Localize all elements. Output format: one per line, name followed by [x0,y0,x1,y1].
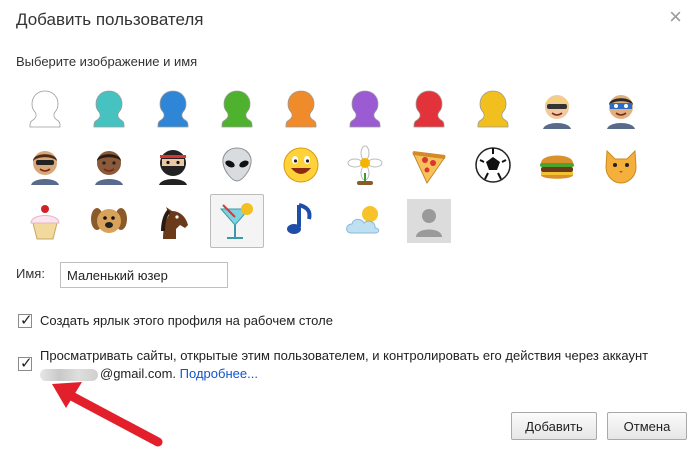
shortcut-checkbox[interactable]: ✓ [18,312,33,329]
horse-icon [161,207,188,239]
avatar-smiley[interactable] [274,138,328,192]
name-input[interactable] [60,262,228,288]
music-note-icon [287,203,312,234]
add-button[interactable]: Добавить [511,412,597,440]
head-orange-icon [285,90,317,128]
avatar-dog[interactable] [82,194,136,248]
sun-cloud-icon [346,206,380,234]
avatar-woman-sunglasses[interactable] [18,138,72,192]
head-blue-icon [157,90,189,128]
head-green-icon [221,90,253,128]
red-arrow-annotation [52,382,163,447]
woman-sunglasses-icon [31,151,59,185]
avatar-head-blue[interactable] [146,82,200,136]
flower-icon [347,145,383,185]
checkmark-icon: ✓ [20,355,33,372]
learn-more-link[interactable]: Подробнее... [180,366,258,381]
avatar-head-red[interactable] [402,82,456,136]
avatar-horse[interactable] [146,194,200,248]
ninja-icon [159,150,187,185]
businessman-icon [543,95,571,129]
cupcake-icon [30,205,60,240]
avatar-head-teal[interactable] [82,82,136,136]
alien-icon [222,147,252,182]
checkmark-icon: ✓ [20,312,33,329]
avatar-burger[interactable] [530,138,584,192]
cocktail-icon [219,203,253,239]
avatar-head-yellow[interactable] [466,82,520,136]
avatar-pizza[interactable] [402,138,456,192]
avatar-cocktail[interactable] [210,194,264,248]
shortcut-label: Создать ярлык этого профиля на рабочем с… [40,313,333,328]
avatar-head-purple[interactable] [338,82,392,136]
avatar-cupcake[interactable] [18,194,72,248]
dialog-title: Добавить пользователя [16,10,204,29]
close-icon[interactable]: × [669,6,682,28]
dog-icon [91,208,127,233]
head-red-icon [413,90,445,128]
soccer-ball-icon [475,147,511,183]
avatar-flower[interactable] [338,138,392,192]
avatar-businessman[interactable] [530,82,584,136]
avatar-head-orange[interactable] [274,82,328,136]
avatar-ninja-hero[interactable] [594,82,648,136]
avatar-subtitle: Выберите изображение и имя [16,54,198,69]
avatar-cat[interactable] [594,138,648,192]
avatar-alien[interactable] [210,138,264,192]
burger-icon [540,155,574,179]
avatar-sun-cloud[interactable] [338,194,392,248]
head-purple-icon [349,90,381,128]
ninja-hero-icon [607,95,635,129]
smiley-icon [283,147,319,183]
avatar-ninja[interactable] [146,138,200,192]
avatar-man[interactable] [82,138,136,192]
avatar-head-white[interactable] [18,82,72,136]
head-yellow-icon [477,90,509,128]
man-icon [95,151,123,185]
pizza-icon [412,151,446,185]
head-white-icon [29,90,61,128]
name-label: Имя: [16,266,45,281]
avatar-head-green[interactable] [210,82,264,136]
head-teal-icon [93,90,125,128]
supervise-text: Просматривать сайты, открытые этим польз… [40,348,649,363]
cancel-button[interactable]: Отмена [607,412,687,440]
avatar-music-note[interactable] [274,194,328,248]
placeholder-icon [407,199,451,243]
cat-icon [605,149,637,184]
add-user-dialog: Добавить пользователя × Выберите изображ… [0,0,700,448]
avatar-placeholder[interactable] [402,194,456,248]
avatar-soccer-ball[interactable] [466,138,520,192]
supervise-checkbox[interactable]: ✓ [18,355,33,372]
